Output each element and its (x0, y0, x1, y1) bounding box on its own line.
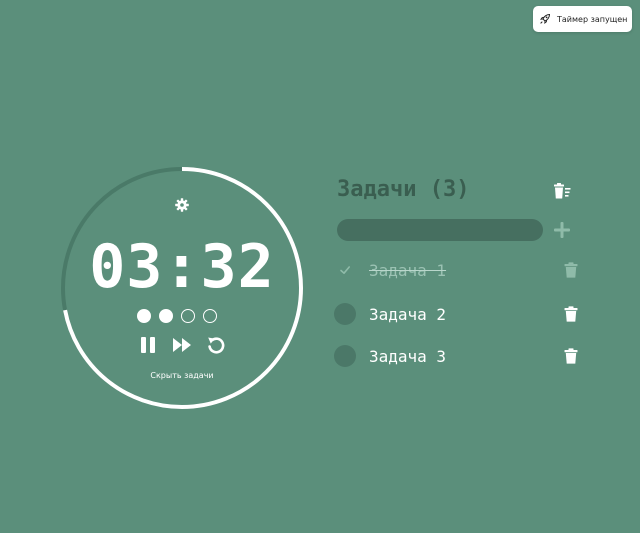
reset-button[interactable] (206, 335, 226, 355)
session-dots (137, 309, 217, 323)
task-item: Задача 1 (334, 258, 584, 282)
session-dot-empty (203, 309, 217, 323)
skip-button[interactable] (172, 335, 192, 355)
task-checkbox[interactable] (334, 303, 356, 325)
timer-display: 03:32 (89, 232, 275, 302)
tasks-title: Задачи (3) (337, 177, 470, 202)
delete-trash-icon[interactable] (564, 306, 578, 322)
task-checkbox[interactable] (334, 259, 356, 281)
task-label: Задача 1 (369, 260, 447, 280)
toast-notification: Таймер запущен (533, 6, 632, 32)
toast-text: Таймер запущен (557, 14, 628, 24)
delete-trash-icon[interactable] (564, 348, 578, 364)
task-checkbox[interactable] (334, 345, 356, 367)
add-task-plus-icon[interactable] (553, 221, 571, 239)
fast-forward-icon (173, 338, 191, 352)
checkmark-icon (340, 266, 350, 274)
timer-controls (138, 335, 226, 355)
clear-tasks-icon[interactable] (553, 183, 571, 199)
rocket-icon (539, 13, 551, 25)
task-label: Задача 2 (369, 304, 447, 324)
new-task-input[interactable] (337, 219, 543, 241)
reset-icon (208, 337, 225, 354)
settings-gear-icon[interactable] (174, 197, 190, 213)
task-item: Задача 3 (334, 344, 584, 368)
task-label: Задача 3 (369, 346, 447, 366)
session-dot-filled (137, 309, 151, 323)
delete-trash-icon[interactable] (564, 262, 578, 278)
task-item: Задача 2 (334, 302, 584, 326)
pause-icon (141, 337, 155, 353)
pause-button[interactable] (138, 335, 158, 355)
session-dot-filled (159, 309, 173, 323)
hide-tasks-link[interactable]: Скрыть задачи (132, 371, 232, 380)
app-root: Таймер запущен 03:32 Скрыть задачи Задач… (0, 0, 640, 533)
session-dot-empty (181, 309, 195, 323)
